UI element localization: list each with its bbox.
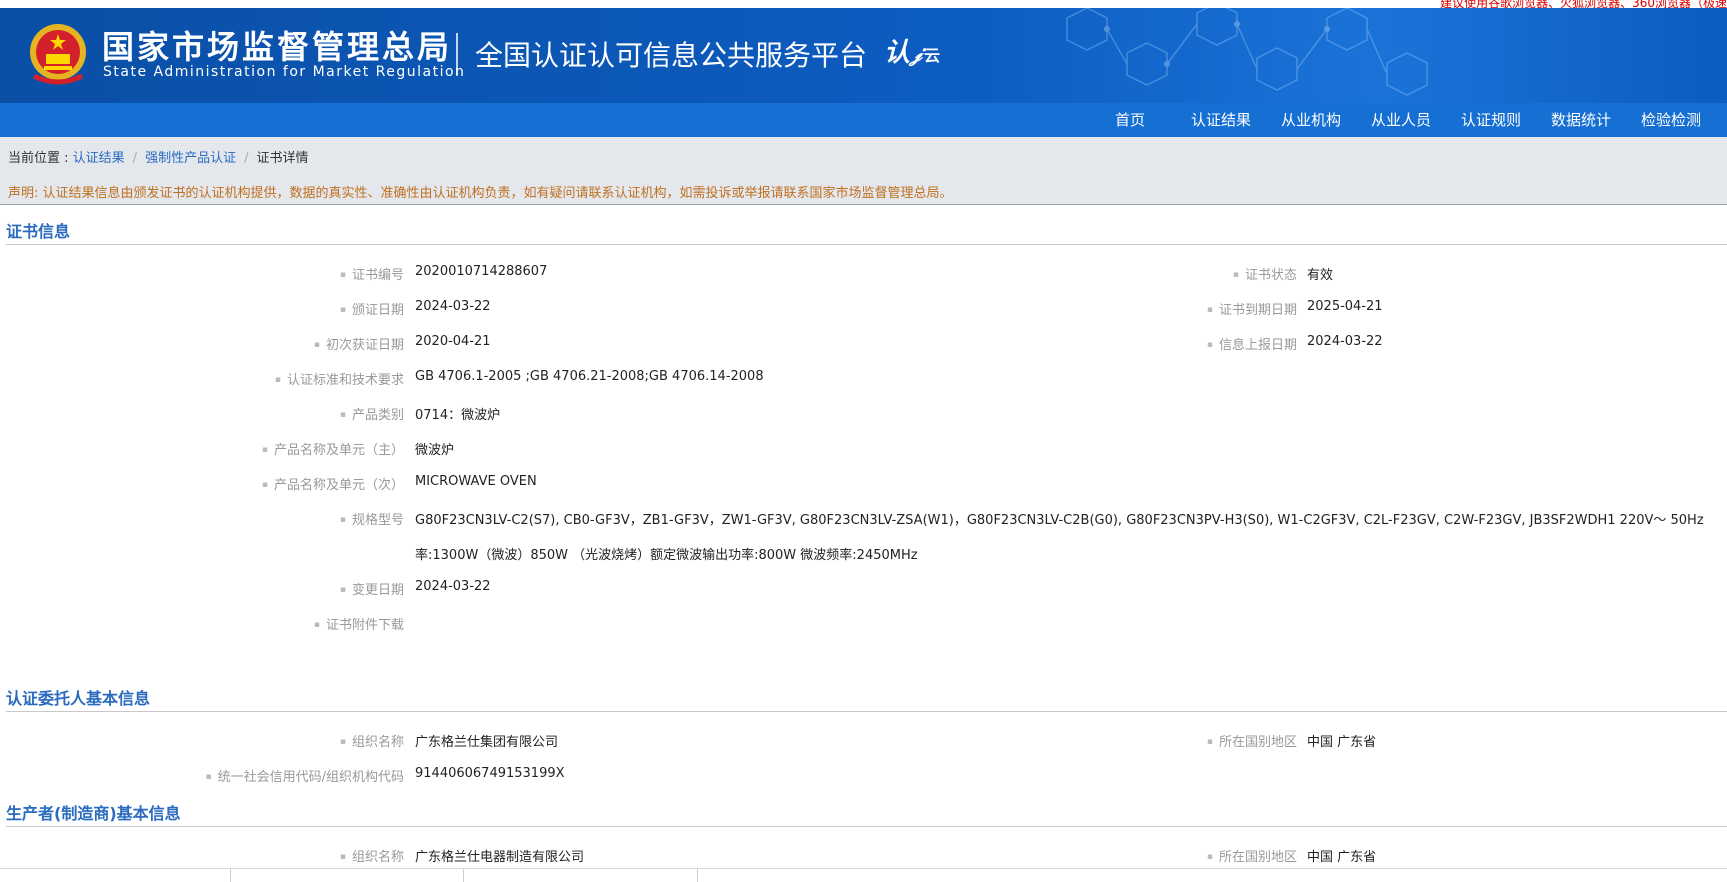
- national-emblem-icon: [30, 24, 86, 85]
- label-product-category: 产品类别: [340, 404, 404, 423]
- divider: [0, 204, 1727, 205]
- main-nav: 首页 认证结果 从业机构 从业人员 认证规则 数据统计 检验检测: [0, 103, 1727, 137]
- table-bottom-border: [0, 868, 1727, 869]
- value-client-region: 中国 广东省: [1307, 735, 1377, 750]
- label-cert-no: 证书编号: [340, 264, 404, 283]
- top-strip: 建议使用谷歌浏览器、火狐浏览器、360浏览器（极速: [0, 0, 1727, 10]
- value-cert-status: 有效: [1307, 268, 1334, 283]
- section-title-cert: 证书信息: [6, 222, 71, 241]
- brand-logo: 认𝒿 云: [884, 38, 941, 68]
- label-change-date: 变更日期: [340, 579, 404, 598]
- label-client-org: 组织名称: [340, 731, 404, 750]
- nav-testing[interactable]: 检验检测: [1641, 103, 1701, 137]
- breadcrumb-separator: /: [244, 151, 249, 166]
- value-model-line2: 率:1300W（微波）850W （光波烧烤）额定微波输出功率:800W 微波频率…: [415, 548, 918, 563]
- label-attachment-download[interactable]: 证书附件下载: [314, 614, 404, 633]
- value-client-credit-code: 91440606749153199X: [415, 766, 565, 781]
- breadcrumb-separator: /: [132, 151, 138, 166]
- nav-cert-results[interactable]: 认证结果: [1191, 103, 1251, 137]
- label-report-date: 信息上报日期: [1207, 334, 1297, 353]
- value-product-main: 微波炉: [415, 443, 455, 458]
- value-cert-no: 2020010714288607: [415, 264, 548, 279]
- value-change-date: 2024-03-22: [415, 579, 491, 594]
- label-issue-date: 颁证日期: [340, 299, 404, 318]
- breadcrumb-current: 证书详情: [256, 151, 309, 166]
- platform-title: 全国认证认可信息公共服务平台: [475, 39, 868, 72]
- nav-personnel[interactable]: 从业人员: [1371, 103, 1431, 137]
- nav-cert-rules[interactable]: 认证规则: [1461, 103, 1521, 137]
- section-divider: [6, 826, 1727, 827]
- label-maker-region: 所在国别地区: [1207, 846, 1297, 865]
- label-expiry-date: 证书到期日期: [1207, 299, 1297, 318]
- label-product-secondary: 产品名称及单元（次）: [262, 474, 404, 493]
- value-first-date: 2020-04-21: [415, 334, 491, 349]
- section-divider: [6, 711, 1727, 712]
- value-maker-org: 广东格兰仕电器制造有限公司: [415, 850, 585, 865]
- label-product-main: 产品名称及单元（主）: [262, 439, 404, 458]
- value-client-org: 广东格兰仕集团有限公司: [415, 735, 559, 750]
- nav-agencies[interactable]: 从业机构: [1281, 103, 1341, 137]
- org-title-en: State Administration for Market Regulati…: [103, 64, 466, 80]
- value-product-category: 0714：微波炉: [415, 408, 501, 423]
- nav-statistics[interactable]: 数据统计: [1551, 103, 1611, 137]
- label-standards: 认证标准和技术要求: [275, 369, 404, 388]
- column-divider: [463, 868, 464, 882]
- section-title-maker: 生产者(制造商)基本信息: [6, 804, 181, 823]
- value-maker-region: 中国 广东省: [1307, 850, 1377, 865]
- value-model: G80F23CN3LV-C2(S7), CB0-GF3V，ZB1-GF3V，ZW…: [415, 513, 1704, 528]
- breadcrumb-bar: 当前位置 : 认证结果 / 强制性产品认证 / 证书详情 声明: 认证结果信息由颁发证书…: [0, 137, 1727, 205]
- label-maker-org: 组织名称: [340, 846, 404, 865]
- value-report-date: 2024-03-22: [1307, 334, 1383, 349]
- column-divider: [230, 868, 231, 882]
- value-standards: GB 4706.1-2005 ;GB 4706.21-2008;GB 4706.…: [415, 369, 764, 384]
- breadcrumb: 当前位置 : 认证结果 / 强制性产品认证 / 证书详情: [8, 147, 308, 166]
- label-first-date: 初次获证日期: [314, 334, 404, 353]
- value-expiry-date: 2025-04-21: [1307, 299, 1383, 314]
- label-cert-status: 证书状态: [1233, 264, 1297, 283]
- breadcrumb-cert-results[interactable]: 认证结果: [73, 151, 125, 166]
- disclaimer: 声明: 认证结果信息由颁发证书的认证机构提供，数据的真实性、准确性由认证机构负责…: [8, 186, 953, 201]
- column-divider: [697, 868, 698, 882]
- section-title-client: 认证委托人基本信息: [6, 689, 151, 708]
- brand-main: 认: [884, 38, 911, 68]
- brand-sub: 云: [924, 46, 941, 65]
- label-client-region: 所在国别地区: [1207, 731, 1297, 750]
- org-title-cn: 国家市场监督管理总局: [102, 28, 453, 66]
- breadcrumb-prefix: 当前位置 :: [8, 151, 73, 166]
- hexagon-pattern-icon: [1066, 8, 1428, 96]
- label-model: 规格型号: [340, 509, 404, 528]
- value-product-secondary: MICROWAVE OVEN: [415, 474, 537, 489]
- value-issue-date: 2024-03-22: [415, 299, 491, 314]
- section-divider: [6, 244, 1727, 245]
- breadcrumb-ccc[interactable]: 强制性产品认证: [145, 151, 236, 166]
- nav-home[interactable]: 首页: [1115, 103, 1145, 137]
- site-header: 国家市场监督管理总局 State Administration for Mark…: [0, 8, 1727, 103]
- label-client-credit-code: 统一社会信用代码/组织机构代码: [206, 766, 404, 785]
- header-divider: [456, 33, 458, 75]
